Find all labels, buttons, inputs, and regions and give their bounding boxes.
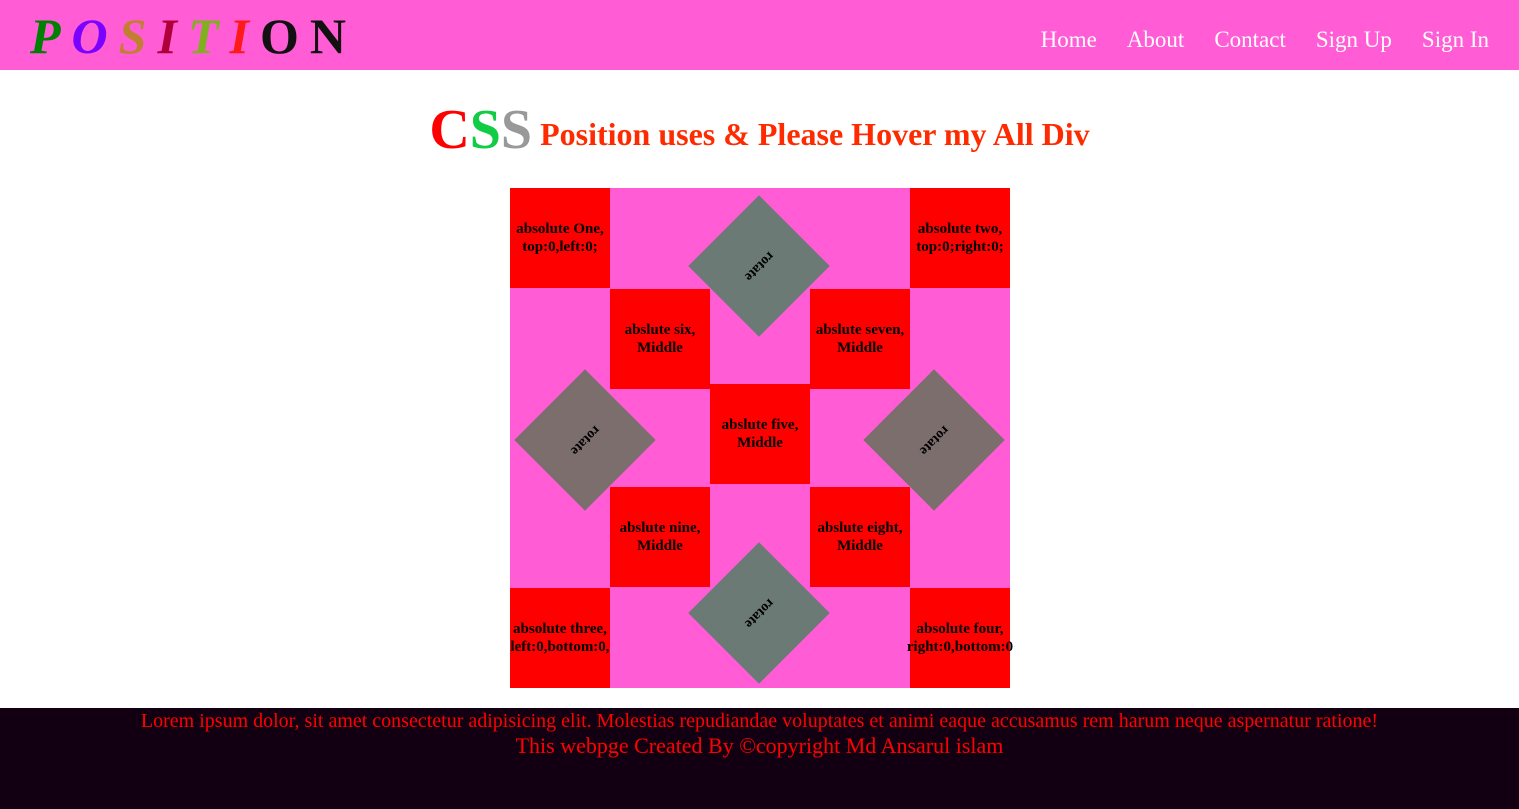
logo-letter: O — [259, 8, 299, 64]
box-sublabel: right:0,bottom:0 — [906, 639, 1014, 655]
box-abslute-eight[interactable]: abslute eight, Middle — [810, 487, 910, 587]
navbar: POSITION Home About Contact Sign Up Sign… — [0, 0, 1519, 70]
logo-letter: I — [157, 8, 177, 64]
box-sublabel: top:0,left:0; — [522, 239, 598, 255]
logo-letter: P — [30, 8, 61, 64]
box-label: abslute six, — [624, 322, 696, 338]
footer-copyright-text: This webpge Created By ©copyright Md Ans… — [515, 733, 1004, 758]
box-sublabel: Middle — [637, 538, 683, 554]
nav-contact-link[interactable]: Contact — [1214, 22, 1286, 58]
box-label: absolute One, — [516, 221, 604, 237]
box-label: absolute four, — [916, 621, 1004, 637]
box-sublabel: Middle — [837, 340, 883, 356]
rotate-label: rotate — [567, 422, 604, 459]
box-label: abslute eight, — [817, 520, 903, 536]
nav-home-link[interactable]: Home — [1041, 22, 1097, 58]
box-sublabel: Middle — [837, 538, 883, 554]
box-label: abslute five, — [721, 417, 799, 433]
box-label: abslute nine, — [619, 520, 701, 536]
box-abslute-six[interactable]: abslute six, Middle — [610, 289, 710, 389]
logo-letter: O — [71, 8, 108, 64]
nav-signup-link[interactable]: Sign Up — [1316, 22, 1392, 58]
rotate-label: rotate — [741, 595, 778, 632]
nav-signin-link[interactable]: Sign In — [1422, 22, 1489, 58]
nav-about-link[interactable]: About — [1127, 22, 1185, 58]
rotate-label: rotate — [741, 248, 778, 285]
box-absolute-two[interactable]: absolute two, top:0;right:0; — [910, 188, 1010, 288]
footer-lorem-text: Lorem ipsum dolor, sit amet consectetur … — [140, 710, 1379, 732]
box-absolute-one[interactable]: absolute One, top:0,left:0; — [510, 188, 610, 288]
nav-menu: Home About Contact Sign Up Sign In — [1011, 22, 1489, 58]
box-abslute-nine[interactable]: abslute nine, Middle — [610, 487, 710, 587]
logo-letter: T — [187, 8, 219, 64]
position-container: absolute One, top:0,left:0; absolute two,… — [510, 188, 1014, 688]
logo[interactable]: POSITION — [30, 8, 357, 64]
page-title: CSS Position uses & Please Hover my All D… — [0, 98, 1519, 162]
box-sublabel: top:0;right:0; — [916, 239, 1004, 255]
box-sublabel: Middle — [637, 340, 683, 356]
title-s1: S — [469, 99, 501, 161]
logo-letter: S — [118, 8, 147, 64]
box-abslute-five[interactable]: abslute five, Middle — [710, 384, 810, 484]
title-c: C — [429, 99, 470, 161]
box-sublabel: Middle — [737, 435, 783, 451]
title-s2: S — [500, 99, 533, 161]
box-label: absolute two, — [917, 221, 1003, 237]
logo-letter: I — [229, 8, 249, 64]
box-abslute-seven[interactable]: abslute seven, Middle — [810, 289, 910, 389]
box-label: abslute seven, — [815, 322, 905, 338]
box-label: absolute three, — [513, 621, 607, 637]
box-absolute-four[interactable]: absolute four, right:0,bottom:0 — [906, 588, 1014, 688]
box-absolute-three[interactable]: absolute three, left:0,bottom:0, — [510, 588, 610, 688]
rotate-label: rotate — [916, 422, 953, 459]
box-sublabel: left:0,bottom:0, — [510, 639, 610, 655]
logo-letter: N — [309, 8, 346, 64]
footer: Lorem ipsum dolor, sit amet consectetur … — [0, 708, 1519, 809]
title-text: Position uses & Please Hover my All Div — [540, 116, 1090, 152]
